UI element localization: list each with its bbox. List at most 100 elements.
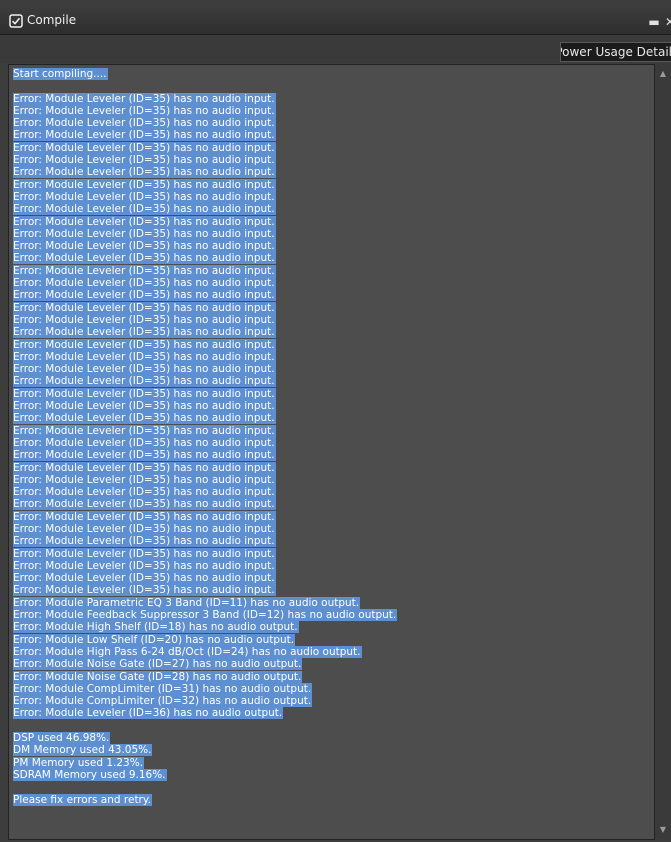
log-line-text: Error: Module Leveler (ID=35) has no aud…	[13, 535, 276, 548]
log-line-text: Error: Module Leveler (ID=35) has no aud…	[13, 449, 276, 462]
log-line: Error: Module Leveler (ID=35) has no aud…	[13, 117, 653, 130]
log-line: Error: Module Leveler (ID=35) has no aud…	[13, 498, 653, 511]
log-line: Error: Module Leveler (ID=35) has no aud…	[13, 572, 653, 585]
log-line: Error: Module CompLimiter (ID=31) has no…	[13, 682, 653, 695]
log-line-text: Error: Module Leveler (ID=35) has no aud…	[13, 522, 276, 535]
vertical-scrollbar[interactable]: ▲ ▼	[655, 64, 671, 840]
compile-window: Compile ▬ ✕ Power Usage Detail Start com…	[0, 0, 671, 842]
log-line-text: Error: Module Leveler (ID=35) has no aud…	[13, 363, 276, 376]
scroll-down-icon[interactable]: ▼	[657, 824, 669, 836]
log-line: Error: Module Leveler (ID=35) has no aud…	[13, 104, 653, 117]
log-blank-line	[13, 781, 653, 793]
log-line: Error: Module Leveler (ID=35) has no aud…	[13, 412, 653, 425]
log-line: Error: Module Low Shelf (ID=20) has no a…	[13, 633, 653, 646]
close-icon[interactable]: ✕	[663, 15, 671, 29]
log-line-text: Error: Module Leveler (ID=35) has no aud…	[13, 387, 276, 400]
log-line-text: Error: Module Noise Gate (ID=27) has no …	[13, 658, 303, 671]
log-line: Error: Module Leveler (ID=35) has no aud…	[13, 387, 653, 400]
power-usage-detail-label: Power Usage Detail	[560, 45, 671, 59]
log-line-text: Error: Module Low Shelf (ID=20) has no a…	[13, 633, 296, 646]
log-line: Error: Module Leveler (ID=35) has no aud…	[13, 227, 653, 240]
log-line: Error: Module Leveler (ID=35) has no aud…	[13, 522, 653, 535]
log-line-text: Please fix errors and retry.	[13, 793, 152, 806]
log-line: Error: Module CompLimiter (ID=32) has no…	[13, 695, 653, 708]
log-line-text: Error: Module High Shelf (ID=18) has no …	[13, 621, 299, 634]
log-line: Error: Module High Pass 6-24 dB/Oct (ID=…	[13, 645, 653, 658]
log-line: DSP used 46.98%.	[13, 732, 653, 745]
compile-log-panel[interactable]: Start compiling.... Error: Module Leveler…	[8, 64, 655, 840]
log-line: Error: Module Leveler (ID=35) has no aud…	[13, 424, 653, 437]
log-line: Error: Module Leveler (ID=35) has no aud…	[13, 486, 653, 499]
log-line-text: Error: Module Leveler (ID=35) has no aud…	[13, 510, 276, 523]
title-bar[interactable]: Compile ▬ ✕	[0, 8, 671, 35]
log-line-text: Error: Module Parametric EQ 3 Band (ID=1…	[13, 596, 361, 609]
log-line-text: Error: Module Leveler (ID=35) has no aud…	[13, 326, 276, 339]
log-line-text: Error: Module Leveler (ID=35) has no aud…	[13, 190, 276, 203]
log-line: Error: Module Leveler (ID=35) has no aud…	[13, 350, 653, 363]
log-line-text: Error: Module Leveler (ID=35) has no aud…	[13, 547, 276, 560]
log-line-text: Error: Module Leveler (ID=35) has no aud…	[13, 461, 276, 474]
log-line-text: Error: Module Leveler (ID=35) has no aud…	[13, 301, 276, 314]
log-line: Error: Module Leveler (ID=35) has no aud…	[13, 510, 653, 523]
log-line: Error: Module Leveler (ID=35) has no aud…	[13, 166, 653, 179]
scroll-track[interactable]	[658, 82, 668, 820]
log-line: Error: Module Leveler (ID=35) has no aud…	[13, 240, 653, 253]
log-line: Error: Module High Shelf (ID=18) has no …	[13, 621, 653, 634]
log-line: Error: Module Leveler (ID=35) has no aud…	[13, 252, 653, 265]
log-line-text: Error: Module Leveler (ID=35) has no aud…	[13, 129, 276, 142]
compile-icon	[9, 14, 23, 28]
log-line: Error: Module Leveler (ID=35) has no aud…	[13, 535, 653, 548]
log-line-text: Error: Module Leveler (ID=35) has no aud…	[13, 412, 276, 425]
log-line-text: Error: Module Leveler (ID=35) has no aud…	[13, 141, 276, 154]
log-line-text: Error: Module Leveler (ID=35) has no aud…	[13, 203, 276, 216]
log-line: Error: Module Leveler (ID=35) has no aud…	[13, 338, 653, 351]
log-line-text: Error: Module Leveler (ID=35) has no aud…	[13, 350, 276, 363]
log-line: Error: Module Leveler (ID=35) has no aud…	[13, 215, 653, 228]
log-line-text: Error: Module Feedback Suppressor 3 Band…	[13, 609, 398, 622]
log-line: DM Memory used 43.05%.	[13, 744, 653, 757]
log-line: Start compiling....	[13, 68, 653, 80]
log-line: Error: Module Leveler (ID=35) has no aud…	[13, 289, 653, 302]
log-line: Error: Module Noise Gate (ID=28) has no …	[13, 670, 653, 683]
log-line-text: SDRAM Memory used 9.16%.	[13, 768, 167, 781]
log-line: Error: Module Parametric EQ 3 Band (ID=1…	[13, 596, 653, 609]
toolbar: Power Usage Detail	[0, 35, 671, 63]
log-line-text: Error: Module Leveler (ID=35) has no aud…	[13, 104, 276, 117]
log-line: Error: Module Leveler (ID=35) has no aud…	[13, 375, 653, 388]
log-line-text: Error: Module Leveler (ID=35) has no aud…	[13, 178, 276, 191]
log-line-text: Error: Module Leveler (ID=35) has no aud…	[13, 486, 276, 499]
log-line-text: Error: Module Leveler (ID=35) has no aud…	[13, 240, 276, 253]
log-line-text: Error: Module Leveler (ID=35) has no aud…	[13, 559, 276, 572]
log-line: Error: Module Leveler (ID=35) has no aud…	[13, 461, 653, 474]
log-line: Error: Module Leveler (ID=35) has no aud…	[13, 559, 653, 572]
log-line: Error: Module Leveler (ID=35) has no aud…	[13, 400, 653, 413]
log-line: Error: Module Leveler (ID=35) has no aud…	[13, 264, 653, 277]
log-line: Error: Module Leveler (ID=35) has no aud…	[13, 178, 653, 191]
log-line-text: DM Memory used 43.05%.	[13, 744, 153, 757]
log-line: Error: Module Leveler (ID=35) has no aud…	[13, 141, 653, 154]
maximize-icon[interactable]: ▬	[647, 15, 661, 29]
log-line: Error: Module Leveler (ID=35) has no aud…	[13, 277, 653, 290]
scroll-up-icon[interactable]: ▲	[657, 68, 669, 80]
log-line: Please fix errors and retry.	[13, 793, 653, 806]
log-line-text: Error: Module Noise Gate (ID=28) has no …	[13, 670, 303, 683]
log-line: Error: Module Leveler (ID=36) has no aud…	[13, 707, 653, 720]
log-line: SDRAM Memory used 9.16%.	[13, 768, 653, 781]
log-line-text: Error: Module Leveler (ID=35) has no aud…	[13, 424, 276, 437]
log-line: Error: Module Feedback Suppressor 3 Band…	[13, 609, 653, 622]
log-line-text: Error: Module Leveler (ID=35) has no aud…	[13, 252, 276, 265]
log-line: Error: Module Leveler (ID=35) has no aud…	[13, 363, 653, 376]
log-line-text: PM Memory used 1.23%.	[13, 756, 145, 769]
log-line-text: Error: Module Leveler (ID=35) has no aud…	[13, 289, 276, 302]
log-line-text: Error: Module Leveler (ID=35) has no aud…	[13, 375, 276, 388]
compile-log[interactable]: Start compiling.... Error: Module Leveler…	[13, 68, 653, 806]
window-title: Compile	[27, 13, 77, 27]
power-usage-detail-button[interactable]: Power Usage Detail	[560, 42, 671, 62]
log-line-text: Error: Module Leveler (ID=35) has no aud…	[13, 572, 276, 585]
log-line: Error: Module Leveler (ID=35) has no aud…	[13, 154, 653, 167]
log-line-text: Error: Module Leveler (ID=35) has no aud…	[13, 473, 276, 486]
log-line-text: Error: Module Leveler (ID=35) has no aud…	[13, 498, 276, 511]
log-line-text: Error: Module Leveler (ID=35) has no aud…	[13, 277, 276, 290]
log-line-text: Error: Module CompLimiter (ID=32) has no…	[13, 695, 313, 708]
log-line: Error: Module Leveler (ID=35) has no aud…	[13, 203, 653, 216]
